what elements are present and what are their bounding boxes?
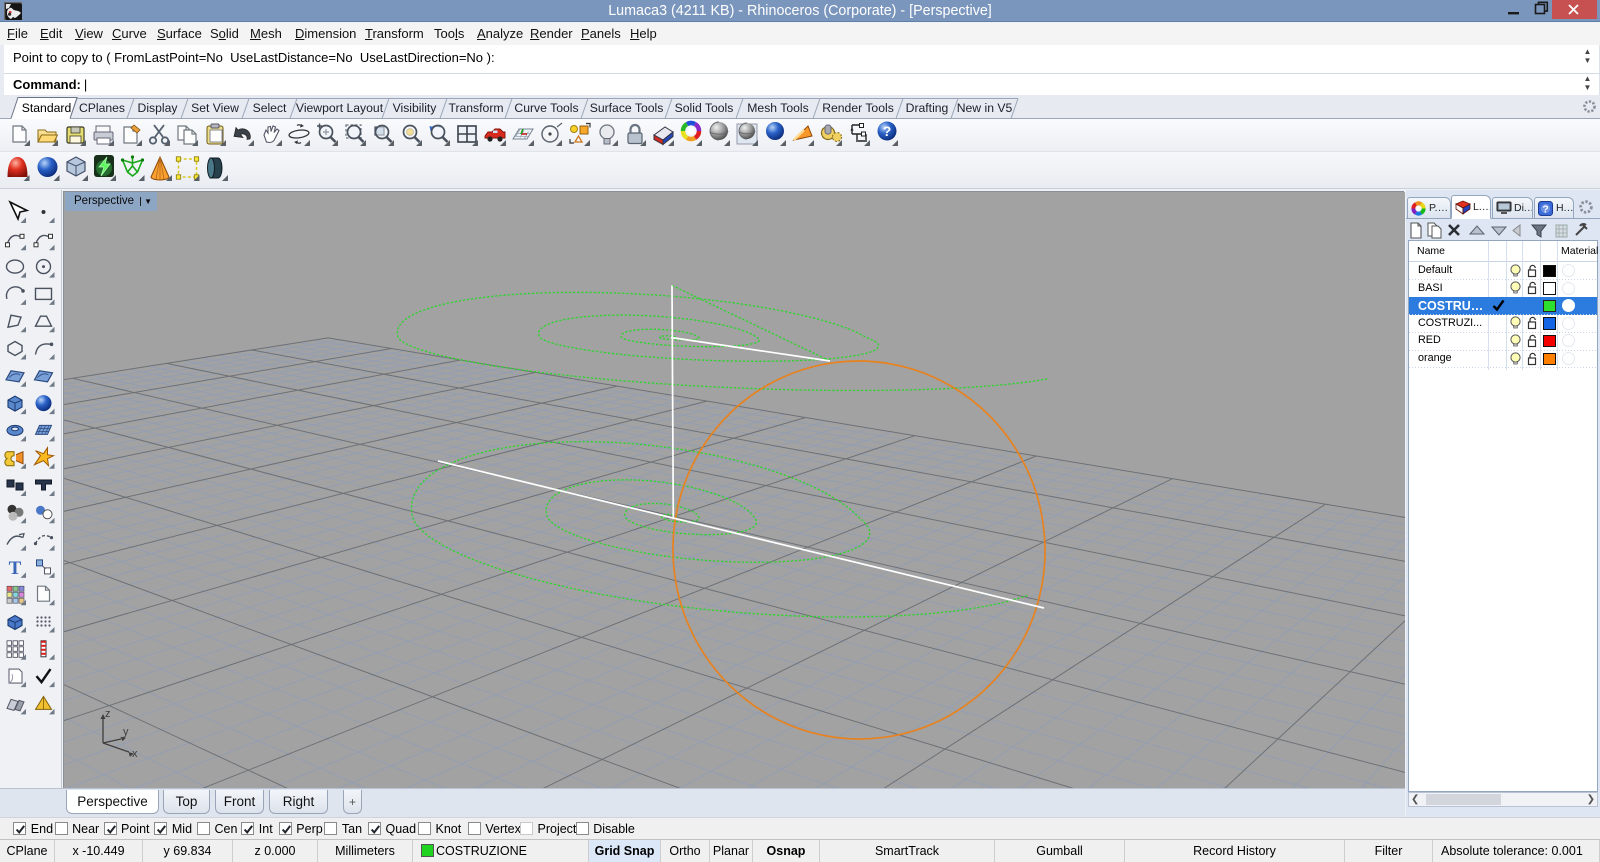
svg-text:Render Tools: Render Tools [822, 101, 894, 115]
svg-text:CPlanes: CPlanes [79, 101, 125, 115]
svg-text:Select: Select [253, 101, 287, 115]
svg-text:Transform: Transform [448, 101, 503, 115]
svg-text:Solid Tools: Solid Tools [675, 101, 734, 115]
svg-text:x: x [132, 748, 138, 760]
svg-text:Drafting: Drafting [906, 101, 949, 115]
svg-text:z: z [105, 708, 111, 720]
svg-text:Display: Display [138, 101, 179, 115]
svg-text:Curve Tools: Curve Tools [514, 101, 578, 115]
svg-text:Surface Tools: Surface Tools [590, 101, 664, 115]
svg-text:New in V5: New in V5 [957, 101, 1013, 115]
svg-text:Set View: Set View [191, 101, 239, 115]
svg-text:?: ? [883, 123, 892, 139]
svg-text:Standard: Standard [22, 101, 71, 115]
svg-text:y: y [123, 726, 129, 738]
svg-text:T: T [9, 558, 22, 579]
svg-text:Visibility: Visibility [393, 101, 438, 115]
svg-text:Mesh Tools: Mesh Tools [747, 101, 808, 115]
svg-text:Viewport Layout: Viewport Layout [296, 101, 384, 115]
svg-text:?: ? [1542, 204, 1548, 215]
